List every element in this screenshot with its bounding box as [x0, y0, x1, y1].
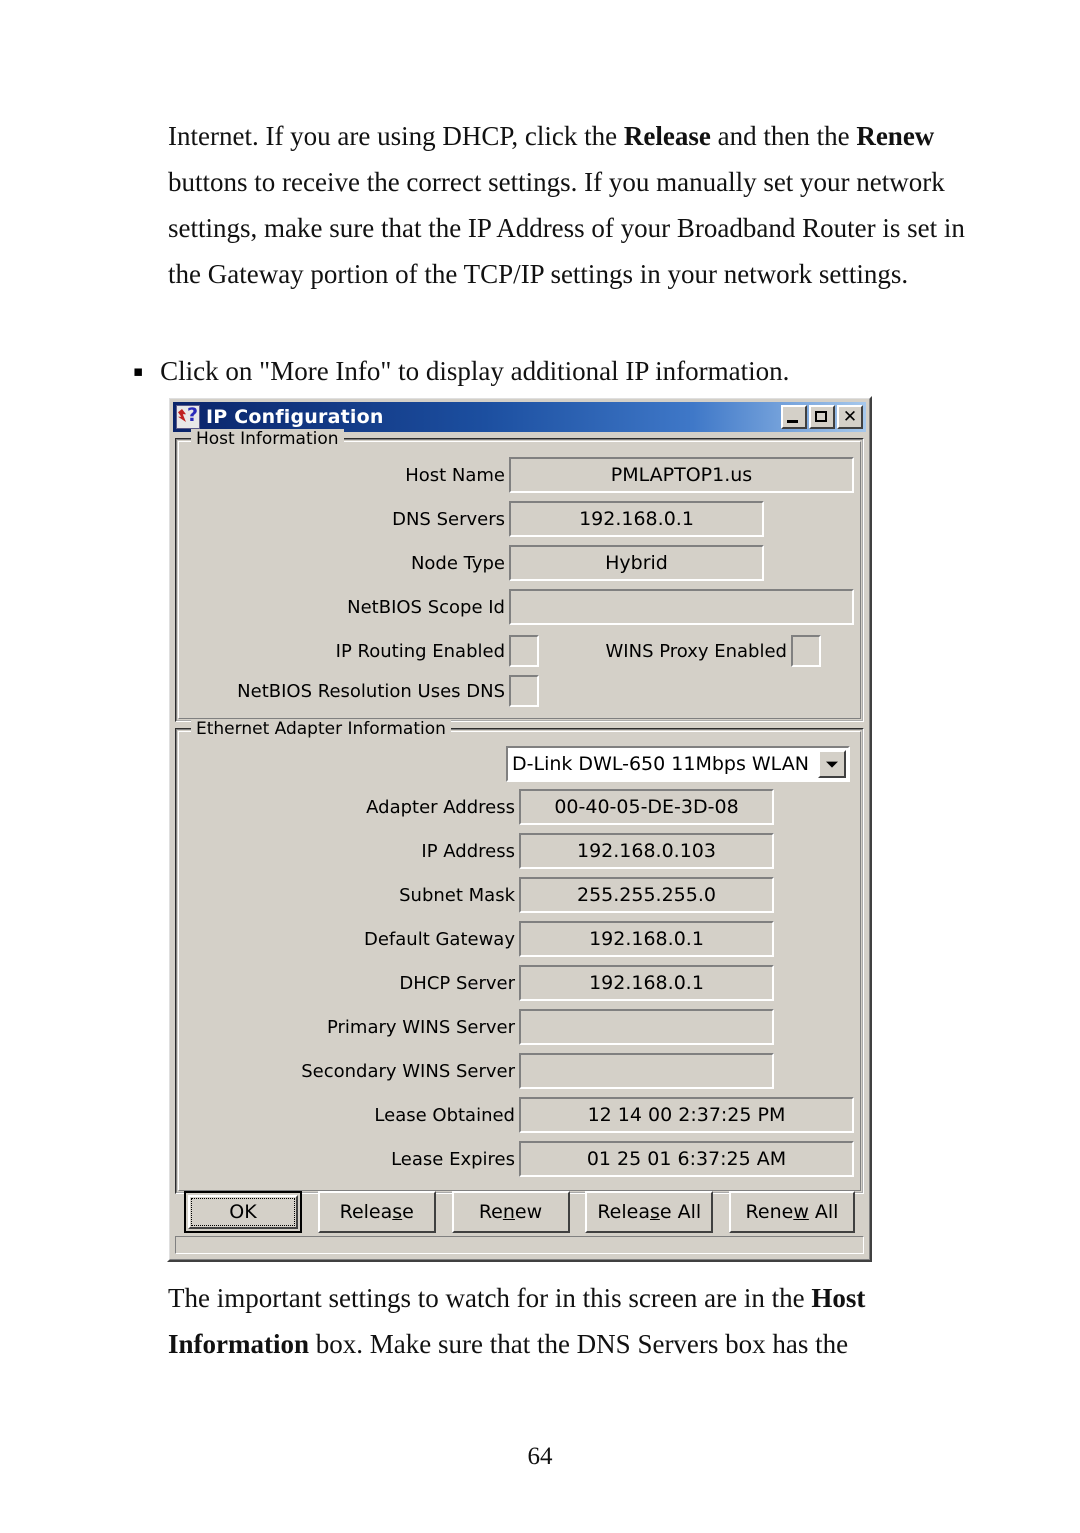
minimize-icon [787, 420, 798, 423]
row-default-gateway: Default Gateway 192.168.0.1 [185, 920, 854, 958]
value-secondary-wins-server [519, 1053, 774, 1089]
intro-paragraph: Internet. If you are using DHCP, click t… [168, 121, 965, 289]
row-node-type: Node Type Hybrid [185, 544, 854, 582]
dialog-inner-frame: ? IP Configuration ✕ Host Information Ho… [169, 398, 870, 1260]
adapter-dropdown-value: D-Link DWL-650 11Mbps WLAN [512, 753, 809, 775]
release-button[interactable]: Release [317, 1191, 436, 1233]
release-all-button[interactable]: Release All [585, 1191, 714, 1233]
window-control-group: ✕ [781, 405, 863, 429]
value-adapter-address: 00-40-05-DE-3D-08 [519, 789, 774, 825]
value-default-gateway: 192.168.0.1 [519, 921, 774, 957]
checkbox-ip-routing-enabled[interactable] [509, 635, 539, 667]
ip-config-icon-question: ? [186, 405, 198, 426]
ip-config-icon: ? [176, 405, 200, 429]
row-adapter-address: Adapter Address 00-40-05-DE-3D-08 [185, 788, 854, 826]
closing-paragraph: The important settings to watch for in t… [168, 1283, 866, 1359]
ok-button-focus-ring [191, 1198, 295, 1226]
value-ip-address: 192.168.0.103 [519, 833, 774, 869]
ip-configuration-dialog: ? IP Configuration ✕ Host Information Ho… [167, 396, 872, 1262]
ok-button[interactable]: OK [184, 1191, 302, 1233]
checkbox-netbios-resolution-uses-dns[interactable] [509, 675, 539, 707]
dialog-button-bar: OK Release Renew Release All Renew All [176, 1191, 863, 1233]
label-host-name: Host Name [405, 464, 505, 486]
dialog-titlebar[interactable]: ? IP Configuration ✕ [173, 402, 866, 432]
chevron-down-icon[interactable] [818, 750, 846, 778]
close-button[interactable]: ✕ [837, 405, 863, 429]
renew-button-label: Renew [478, 1201, 543, 1223]
row-lease-obtained: Lease Obtained 12 14 00 2:37:25 PM [185, 1096, 854, 1134]
row-subnet-mask: Subnet Mask 255.255.255.0 [185, 876, 854, 914]
row-lease-expires: Lease Expires 01 25 01 6:37:25 AM [185, 1140, 854, 1178]
label-netbios-resolution-uses-dns: NetBIOS Resolution Uses DNS [237, 680, 505, 702]
label-node-type: Node Type [410, 552, 505, 574]
label-subnet-mask: Subnet Mask [399, 884, 515, 906]
value-lease-obtained: 12 14 00 2:37:25 PM [519, 1097, 854, 1133]
adapter-dropdown[interactable]: D-Link DWL-650 11Mbps WLAN [506, 746, 850, 782]
bullet-item-text: Click on "More Info" to display addition… [160, 356, 790, 386]
label-secondary-wins-server: Secondary WINS Server [301, 1060, 515, 1082]
row-netbios-resolution-uses-dns: NetBIOS Resolution Uses DNS [185, 672, 854, 710]
maximize-button[interactable] [809, 405, 835, 429]
page-number: 64 [527, 1443, 553, 1470]
label-ip-address: IP Address [421, 840, 515, 862]
value-dhcp-server: 192.168.0.1 [519, 965, 774, 1001]
renew-button[interactable]: Renew [451, 1191, 570, 1233]
dialog-title: IP Configuration [206, 406, 384, 428]
label-lease-expires: Lease Expires [391, 1148, 515, 1170]
label-netbios-scope-id: NetBIOS Scope Id [347, 596, 505, 618]
value-lease-expires: 01 25 01 6:37:25 AM [519, 1141, 854, 1177]
row-dns-servers: DNS Servers 192.168.0.1 [185, 500, 854, 538]
value-dns-servers: 192.168.0.1 [509, 501, 764, 537]
row-adapter-select: D-Link DWL-650 11Mbps WLAN [185, 746, 854, 782]
bullet-marker-icon: ▪ [133, 362, 144, 380]
label-ip-routing-enabled: IP Routing Enabled [335, 640, 505, 662]
value-subnet-mask: 255.255.255.0 [519, 877, 774, 913]
host-information-legend: Host Information [191, 429, 344, 449]
minimize-button[interactable] [781, 405, 807, 429]
label-primary-wins-server: Primary WINS Server [326, 1016, 515, 1038]
ethernet-adapter-information-group: Ethernet Adapter Information D-Link DWL-… [175, 719, 864, 1194]
release-button-label: Release [339, 1201, 414, 1223]
row-netbios-scope-id: NetBIOS Scope Id [185, 588, 854, 626]
label-wins-proxy-enabled: WINS Proxy Enabled [605, 640, 788, 662]
checkbox-wins-proxy-enabled[interactable] [791, 635, 821, 667]
label-adapter-address: Adapter Address [366, 796, 515, 818]
value-node-type: Hybrid [509, 545, 764, 581]
ip-config-icon-spark [178, 409, 186, 422]
value-primary-wins-server [519, 1009, 774, 1045]
row-dhcp-server: DHCP Server 192.168.0.1 [185, 964, 854, 1002]
label-default-gateway: Default Gateway [363, 928, 515, 950]
close-icon: ✕ [842, 407, 858, 427]
row-ip-routing-enabled: IP Routing Enabled WINS Proxy Enabled [185, 632, 854, 670]
value-netbios-scope-id [509, 589, 854, 625]
label-lease-obtained: Lease Obtained [374, 1104, 515, 1126]
renew-all-button-label: Renew All [745, 1201, 839, 1223]
row-secondary-wins-server: Secondary WINS Server [185, 1052, 854, 1090]
row-ip-address: IP Address 192.168.0.103 [185, 832, 854, 870]
maximize-icon [815, 411, 827, 422]
dialog-statusbar [175, 1236, 864, 1254]
bullet-list-item: ▪ Click on "More Info" to display additi… [133, 348, 993, 394]
label-dhcp-server: DHCP Server [399, 972, 515, 994]
label-dns-servers: DNS Servers [392, 508, 505, 530]
host-information-group: Host Information Host Name PMLAPTOP1.us … [175, 429, 864, 722]
release-all-button-label: Release All [597, 1201, 702, 1223]
row-primary-wins-server: Primary WINS Server [185, 1008, 854, 1046]
renew-all-button[interactable]: Renew All [729, 1191, 855, 1233]
ethernet-adapter-information-legend: Ethernet Adapter Information [191, 719, 451, 739]
value-host-name: PMLAPTOP1.us [509, 457, 854, 493]
row-host-name: Host Name PMLAPTOP1.us [185, 456, 854, 494]
